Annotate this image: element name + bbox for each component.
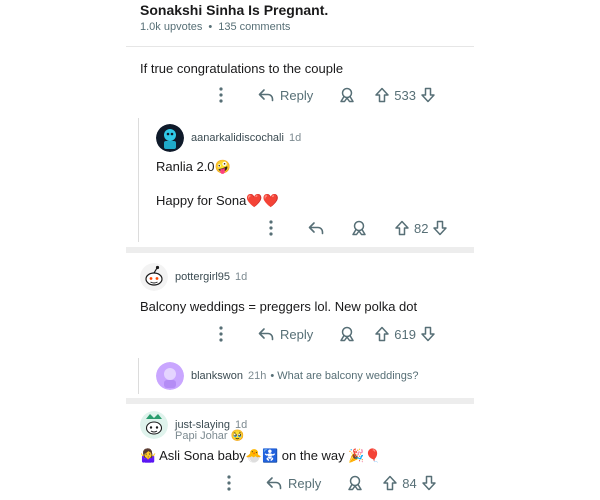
upvote-icon[interactable] bbox=[394, 220, 410, 236]
reply-label: Reply bbox=[288, 475, 322, 491]
comment-actions: Reply 533 bbox=[218, 86, 436, 104]
avatar[interactable] bbox=[156, 124, 184, 152]
comment-author[interactable]: pottergirl95 1d bbox=[140, 263, 247, 291]
username[interactable]: blankswon bbox=[191, 370, 243, 382]
avatar[interactable] bbox=[156, 362, 184, 390]
reply-label: Reply bbox=[280, 326, 314, 342]
more-options-icon[interactable] bbox=[218, 325, 224, 343]
comment-body: Happy for Sona❤️❤️ bbox=[156, 193, 279, 208]
vote-count: 533 bbox=[394, 87, 416, 103]
more-options-icon[interactable] bbox=[218, 86, 224, 104]
avatar[interactable] bbox=[140, 263, 168, 291]
award-icon[interactable] bbox=[338, 86, 356, 104]
meta-dot: • bbox=[208, 21, 213, 33]
divider bbox=[126, 46, 474, 47]
comment-count: 135 comments bbox=[218, 21, 291, 33]
reply-icon[interactable] bbox=[308, 221, 324, 235]
comment-age: 1d bbox=[288, 132, 302, 144]
award-icon[interactable] bbox=[338, 325, 356, 343]
comment-author[interactable]: aanarkalidiscochali 1d bbox=[156, 124, 301, 152]
reply-icon bbox=[258, 89, 274, 102]
more-options-icon[interactable] bbox=[268, 219, 274, 237]
reply-preview: • What are balcony weddings? bbox=[270, 370, 419, 382]
user-flair: Papi Johar 🥹 bbox=[175, 430, 245, 442]
comment-actions: Reply 84 bbox=[226, 474, 437, 492]
comment-thread: Sonakshi Sinha Is Pregnant. 1.0k upvotes… bbox=[126, 0, 474, 500]
upvote-icon[interactable] bbox=[374, 326, 390, 342]
downvote-icon[interactable] bbox=[420, 87, 436, 103]
thread-line bbox=[138, 358, 139, 394]
upvote-icon[interactable] bbox=[382, 475, 398, 491]
reply-button[interactable]: Reply bbox=[258, 88, 313, 103]
comment-age: 21h bbox=[247, 370, 267, 382]
award-icon[interactable] bbox=[346, 474, 364, 492]
avatar[interactable] bbox=[140, 411, 168, 439]
username[interactable]: aanarkalidiscochali bbox=[191, 132, 284, 144]
vote-count: 619 bbox=[394, 326, 416, 342]
post-title[interactable]: Sonakshi Sinha Is Pregnant. bbox=[140, 2, 328, 18]
divider bbox=[126, 247, 474, 253]
downvote-icon[interactable] bbox=[432, 220, 448, 236]
award-icon[interactable] bbox=[350, 219, 368, 237]
downvote-icon[interactable] bbox=[420, 326, 436, 342]
reply-button[interactable]: Reply bbox=[266, 476, 321, 491]
upvote-count: 1.0k upvotes bbox=[140, 21, 203, 33]
reply-icon bbox=[258, 328, 274, 341]
comment-body: Ranlia 2.0🤪 bbox=[156, 159, 231, 174]
thread-line bbox=[138, 118, 139, 242]
reply-icon bbox=[266, 477, 282, 490]
collapsed-reply[interactable]: blankswon 21h • What are balcony wedding… bbox=[156, 362, 419, 390]
vote-count: 82 bbox=[414, 220, 429, 236]
more-options-icon[interactable] bbox=[226, 474, 232, 492]
reply-button[interactable]: Reply bbox=[258, 327, 313, 342]
vote-count: 84 bbox=[402, 475, 417, 491]
username[interactable]: pottergirl95 bbox=[175, 271, 230, 283]
comment-body: Balcony weddings = preggers lol. New pol… bbox=[140, 299, 418, 314]
divider bbox=[126, 398, 474, 404]
upvote-icon[interactable] bbox=[374, 87, 390, 103]
reply-label: Reply bbox=[280, 87, 314, 103]
comment-age: 1d bbox=[235, 271, 248, 283]
comment-body: 🤷‍♀️ Asli Sona baby🐣🚼 on the way 🎉🎈 bbox=[140, 448, 381, 463]
post-meta: 1.0k upvotes • 135 comments bbox=[140, 21, 290, 33]
comment-actions: Reply 619 bbox=[218, 325, 436, 343]
comment-actions: 82 bbox=[268, 219, 448, 237]
downvote-icon[interactable] bbox=[421, 475, 437, 491]
comment-body: If true congratulations to the couple bbox=[140, 61, 344, 76]
